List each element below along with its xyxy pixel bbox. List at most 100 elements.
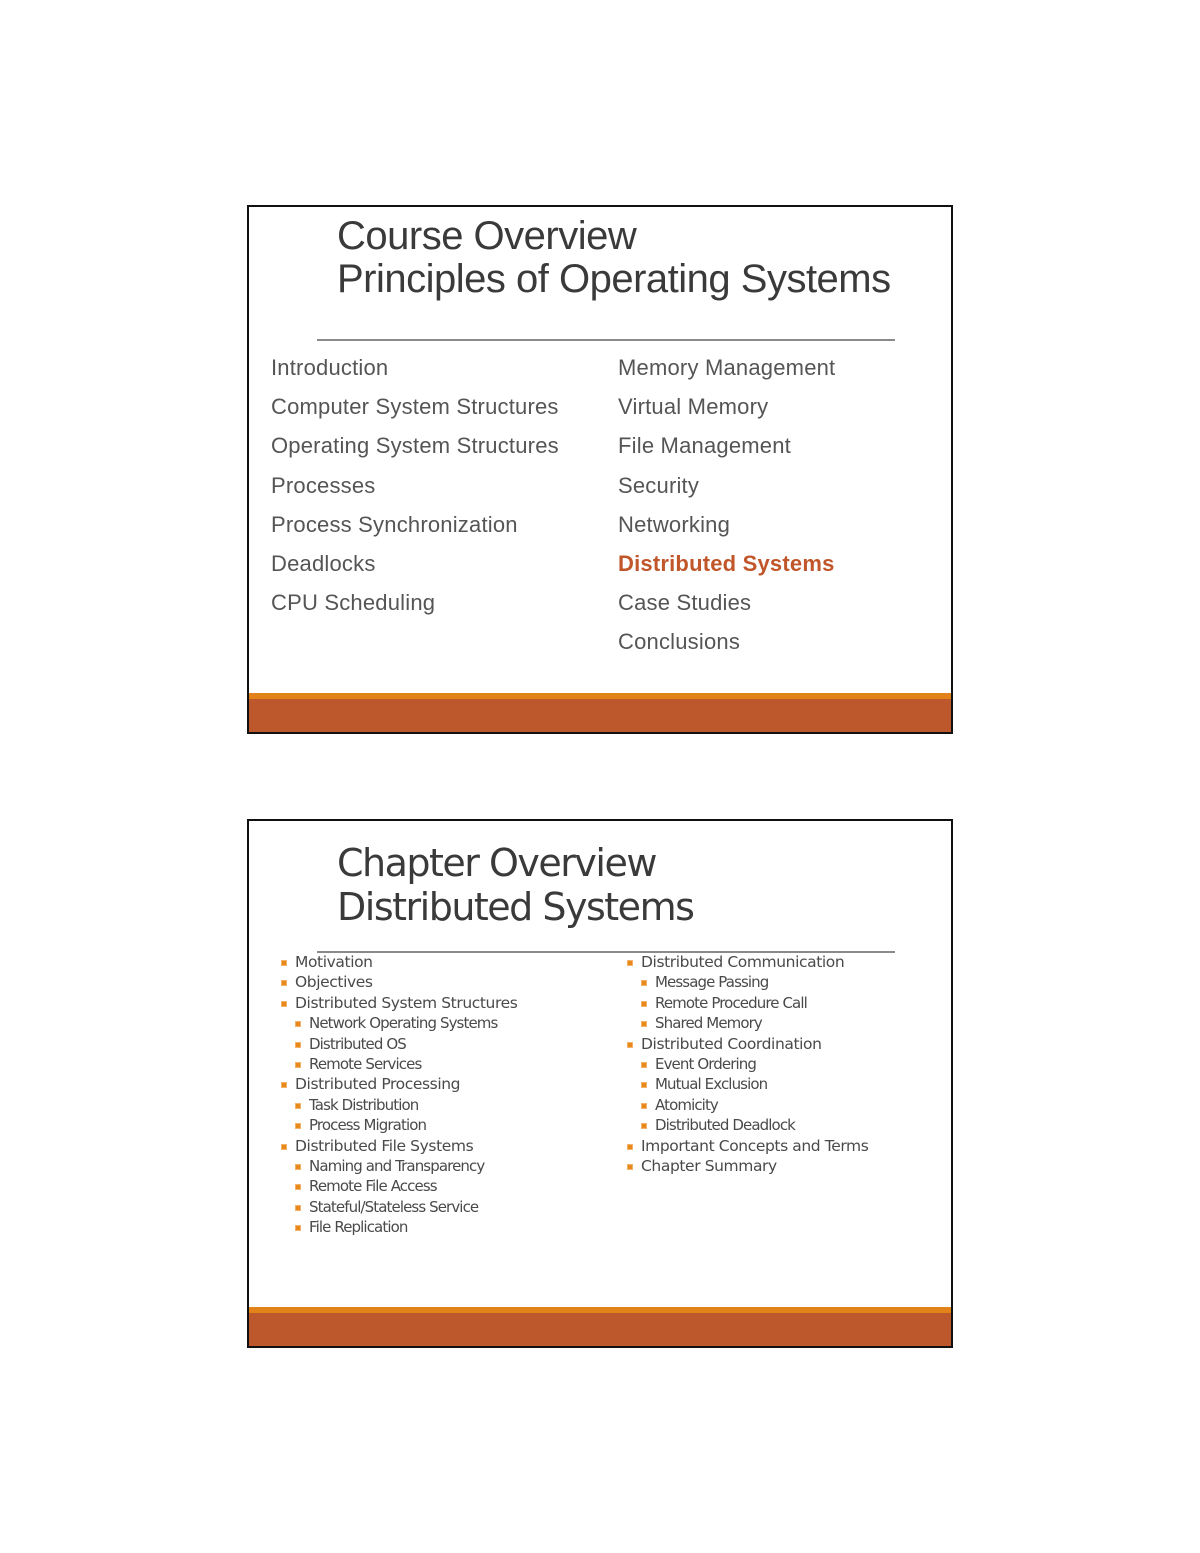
outline-item: Distributed File Systems [281, 1136, 517, 1156]
outline-item-text: Distributed Communication [641, 953, 845, 971]
outline-item-text: Distributed Deadlock [655, 1116, 796, 1135]
outline-subitem: Distributed Deadlock [641, 1115, 868, 1135]
square-bullet-icon [295, 1225, 301, 1232]
square-bullet-icon [281, 1143, 287, 1150]
outline-item-text: Distributed System Structures [295, 993, 518, 1012]
outline-subitem: Stateful/Stateless Service [295, 1197, 517, 1217]
square-bullet-icon [641, 1123, 647, 1130]
outline-item-text: Stateful/Stateless Service [309, 1197, 479, 1216]
title-line-2: Distributed Systems [337, 885, 695, 929]
square-bullet-icon [627, 960, 633, 966]
footer-band [249, 699, 951, 732]
outline-item-text: Atomicity [655, 1095, 719, 1114]
outline-subitem: Remote Procedure Call [641, 993, 868, 1013]
square-bullet-icon [641, 1062, 647, 1069]
topic-item: Deadlocks [271, 551, 376, 577]
outline-item-text: Distributed Coordination [641, 1034, 822, 1053]
topic-item: Introduction [271, 355, 389, 380]
slide-title: Chapter Overview Distributed Systems [337, 841, 695, 929]
outline-subitem: Distributed OS [295, 1034, 517, 1054]
outline-item-text: Important Concepts and Terms [641, 1136, 869, 1155]
square-bullet-icon [281, 1000, 287, 1007]
topic-item: CPU Scheduling [271, 590, 436, 616]
topic-item-current: Distributed Systems [618, 551, 835, 577]
square-bullet-icon [281, 1082, 287, 1089]
title-line-1: Chapter Overview [337, 841, 657, 885]
topic-item: Process Synchronization [271, 511, 518, 537]
topic-item: Networking [618, 511, 731, 537]
outline-subitem: Event Ordering [641, 1054, 868, 1074]
topic-item: Computer System Structures [271, 394, 559, 420]
square-bullet-icon [295, 1041, 301, 1048]
outline-item: Important Concepts and Terms [627, 1136, 869, 1156]
outline-subitem: Network Operating Systems [295, 1013, 517, 1033]
outline-item-text: Chapter Summary [641, 1157, 777, 1176]
square-bullet-icon [641, 980, 647, 987]
outline-item: Distributed Coordination [627, 1034, 868, 1054]
outline-item-text: Objectives [295, 973, 373, 992]
outline-item-text: Remote File Access [309, 1177, 438, 1196]
title-divider [317, 339, 895, 341]
outline-subitem: Naming and Transparency [295, 1156, 517, 1176]
outline-subitem: Message Passing [641, 972, 868, 992]
square-bullet-icon [295, 1204, 301, 1211]
outline-item-text: Network Operating Systems [309, 1014, 498, 1033]
square-bullet-icon [281, 980, 287, 987]
outline-subitem: Shared Memory [641, 1013, 868, 1033]
slide-title: Course Overview Principles of Operating … [337, 215, 891, 301]
square-bullet-icon [295, 1102, 301, 1109]
outline-subitem: Remote Services [295, 1054, 517, 1074]
title-line-2: Principles of Operating Systems [337, 257, 891, 301]
outline-list-left: Motivation Objectives Distributed System S… [281, 952, 518, 1238]
outline-item-text: Distributed File Systems [295, 1136, 474, 1155]
square-bullet-icon [641, 1082, 647, 1089]
outline-subitem: Remote File Access [295, 1176, 517, 1196]
outline-subitem: Atomicity [641, 1095, 868, 1115]
outline-item-text: Event Ordering [655, 1055, 757, 1074]
outline-item-text: Mutual Exclusion [655, 1075, 768, 1094]
topic-item: Operating System Structures [271, 433, 559, 459]
topic-item: Case Studies [618, 590, 752, 616]
outline-item: Chapter Summary [627, 1156, 868, 1176]
outline-item: Distributed System Structures [281, 993, 518, 1013]
square-bullet-icon [627, 1164, 633, 1171]
square-bullet-icon [295, 1184, 301, 1191]
outline-list-right: Distributed Communication Message Passing… [627, 952, 869, 1176]
topic-list-right: Memory Management Virtual Memory File Ma… [618, 348, 835, 662]
outline-item-text: Task Distribution [309, 1095, 419, 1114]
outline-subitem: File Replication [295, 1217, 517, 1237]
outline-item-text: Distributed Processing [295, 1075, 461, 1094]
outline-item-text: Process Migration [309, 1116, 427, 1135]
topic-item: Virtual Memory [618, 394, 769, 420]
slide-course-overview: Course Overview Principles of Operating … [247, 205, 953, 734]
square-bullet-icon [641, 1102, 647, 1109]
topic-item: Conclusions [618, 629, 741, 655]
outline-item: Distributed Processing [281, 1074, 517, 1094]
topic-item: File Management [618, 433, 791, 459]
square-bullet-icon [281, 960, 287, 966]
square-bullet-icon [627, 1143, 633, 1150]
slide-chapter-overview: Chapter Overview Distributed Systems Mot… [247, 819, 953, 1348]
outline-item-text: Message Passing [655, 973, 769, 992]
outline-item: Distributed Communication [627, 952, 868, 972]
outline-item-text: Distributed OS [309, 1034, 407, 1053]
outline-item: Objectives [281, 972, 517, 992]
outline-item-text: Motivation [295, 953, 373, 971]
square-bullet-icon [295, 1062, 301, 1069]
footer-band [249, 1313, 951, 1346]
square-bullet-icon [627, 1041, 633, 1048]
outline-subitem: Mutual Exclusion [641, 1074, 868, 1094]
topic-item: Memory Management [618, 355, 836, 380]
outline-subitem: Task Distribution [295, 1095, 517, 1115]
outline-item: Motivation [281, 952, 517, 972]
outline-subitem: Process Migration [295, 1115, 517, 1135]
square-bullet-icon [295, 1021, 301, 1028]
square-bullet-icon [295, 1123, 301, 1130]
outline-item-text: Shared Memory [655, 1014, 763, 1033]
title-line-1: Course Overview [337, 214, 637, 258]
outline-item-text: Naming and Transparency [309, 1157, 485, 1176]
topic-list-left: Introduction Computer System Structures … [271, 348, 559, 622]
square-bullet-icon [295, 1164, 301, 1171]
outline-item-text: File Replication [309, 1218, 408, 1237]
topic-item: Processes [271, 472, 376, 498]
